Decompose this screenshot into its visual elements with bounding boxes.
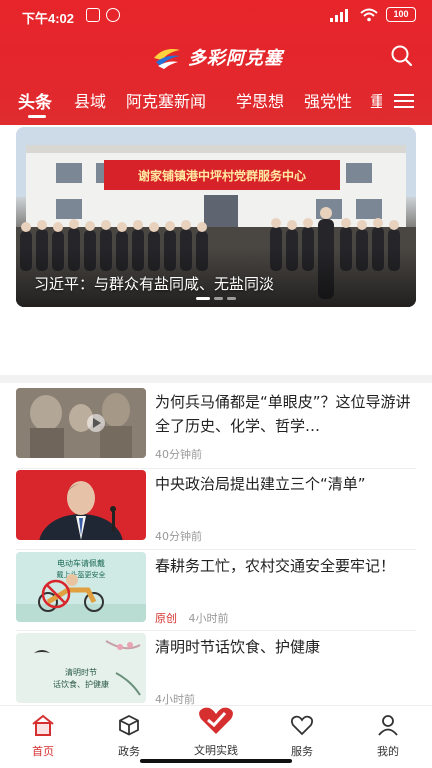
news-item[interactable]: 电动车请佩戴 戴上头盔更安全 春耕务工忙，农村交通安全要牢记！ 原创 4小时前 bbox=[0, 552, 432, 632]
search-icon[interactable] bbox=[390, 44, 414, 68]
app-header: 下午4:02 100 多彩阿克塞 头条 县域 阿克塞新闻 学思想 强党性 重 bbox=[0, 0, 432, 125]
section-divider bbox=[0, 375, 432, 383]
tab-akesai-news[interactable]: 阿克塞新闻 bbox=[126, 88, 206, 112]
notification-icons bbox=[86, 8, 120, 22]
banner-carousel[interactable]: 谢家铺镇港中坪村党群服务中心 习近平：与群众有盐同咸、无盐同淡 bbox=[16, 127, 416, 307]
list-separator bbox=[16, 468, 416, 469]
tabbar-government[interactable]: 政务 bbox=[99, 714, 159, 759]
news-title: 为何兵马俑都是“单眼皮”？这位导游讲全了历史、化学、哲学… bbox=[155, 393, 411, 435]
news-item[interactable]: 中央政治局提出建立三个“清单” 40分钟前 bbox=[0, 470, 432, 550]
carousel-indicator bbox=[196, 297, 236, 300]
news-title: 春耕务工忙，农村交通安全要牢记！ bbox=[155, 557, 396, 575]
news-thumbnail: 电动车请佩戴 戴上头盔更安全 bbox=[16, 552, 146, 622]
home-icon bbox=[32, 714, 54, 736]
banner-caption[interactable]: 习近平：与群众有盐同咸、无盐同淡 bbox=[34, 273, 274, 294]
battery-icon: 100 bbox=[386, 7, 416, 22]
news-thumbnail: 清明时节 话饮食、护健康 bbox=[16, 633, 146, 703]
thumb-text: 清明时节 bbox=[65, 667, 97, 677]
news-time: 40分钟前 bbox=[155, 530, 202, 543]
logo-icon bbox=[154, 49, 180, 69]
news-meta: 40分钟前 bbox=[155, 528, 202, 544]
thumb-text: 戴上头盔更安全 bbox=[57, 570, 106, 579]
tabbar-mine[interactable]: 我的 bbox=[358, 714, 418, 759]
news-item[interactable]: 清明时节 话饮食、护健康 清明时节话饮食、护健康 4小时前 bbox=[0, 633, 432, 713]
list-separator bbox=[16, 549, 416, 550]
tab-more[interactable]: 重 bbox=[370, 88, 382, 112]
tabbar-label: 我的 bbox=[377, 745, 399, 758]
tabbar-label: 服务 bbox=[291, 745, 313, 758]
heart-logo-icon bbox=[199, 707, 233, 734]
tab-headlines[interactable]: 头条 bbox=[18, 88, 52, 113]
thumb-text: 话饮食、护健康 bbox=[53, 679, 109, 689]
news-meta: 40分钟前 bbox=[155, 446, 202, 462]
carousel-dot bbox=[196, 297, 210, 300]
active-tab-indicator bbox=[28, 115, 46, 118]
channel-menu-icon[interactable] bbox=[394, 94, 414, 108]
news-item[interactable]: 为何兵马俑都是“单眼皮”？这位导游讲全了历史、化学、哲学… 40分钟前 bbox=[0, 388, 432, 468]
home-indicator bbox=[140, 759, 292, 763]
tab-study-thought[interactable]: 学思想 bbox=[236, 88, 284, 112]
tabbar-label: 首页 bbox=[32, 745, 54, 758]
tabbar-label: 文明实践 bbox=[194, 744, 238, 757]
news-thumbnail bbox=[16, 388, 146, 458]
tabbar-civilization-practice[interactable]: 文明实践 bbox=[186, 706, 246, 758]
status-bar: 下午4:02 100 bbox=[0, 0, 432, 30]
thumb-text: 电动车请佩戴 bbox=[57, 558, 105, 568]
cube-icon bbox=[119, 714, 139, 736]
original-tag: 原创 bbox=[155, 612, 177, 625]
news-time: 4小时前 bbox=[188, 612, 229, 625]
banner-sign-text: 谢家铺镇港中坪村党群服务中心 bbox=[138, 168, 306, 183]
list-separator bbox=[16, 630, 416, 631]
app-logo: 多彩阿克塞 bbox=[152, 42, 283, 72]
news-title: 清明时节话饮食、护健康 bbox=[155, 638, 321, 656]
tab-county[interactable]: 县域 bbox=[74, 88, 106, 112]
app-notification-icon bbox=[106, 8, 120, 22]
carousel-dot bbox=[227, 297, 236, 300]
notification-icon bbox=[86, 8, 100, 22]
news-time: 40分钟前 bbox=[155, 448, 202, 461]
tabbar-home[interactable]: 首页 bbox=[13, 714, 73, 759]
wifi-icon bbox=[360, 8, 378, 21]
carousel-dot bbox=[214, 297, 223, 300]
app-name: 多彩阿克塞 bbox=[188, 48, 283, 68]
signal-icon bbox=[330, 8, 348, 22]
news-thumbnail bbox=[16, 470, 146, 540]
handshake-heart-icon bbox=[290, 715, 314, 736]
tab-party-spirit[interactable]: 强党性 bbox=[304, 88, 352, 112]
news-title: 中央政治局提出建立三个“清单” bbox=[155, 475, 366, 493]
tabbar-service[interactable]: 服务 bbox=[272, 714, 332, 759]
user-icon bbox=[378, 715, 398, 736]
news-meta: 原创 4小时前 bbox=[155, 610, 229, 626]
status-time: 下午4:02 bbox=[22, 11, 75, 26]
tabbar-label: 政务 bbox=[118, 745, 140, 758]
channel-tabs: 头条 县域 阿克塞新闻 学思想 强党性 重 bbox=[0, 84, 432, 118]
